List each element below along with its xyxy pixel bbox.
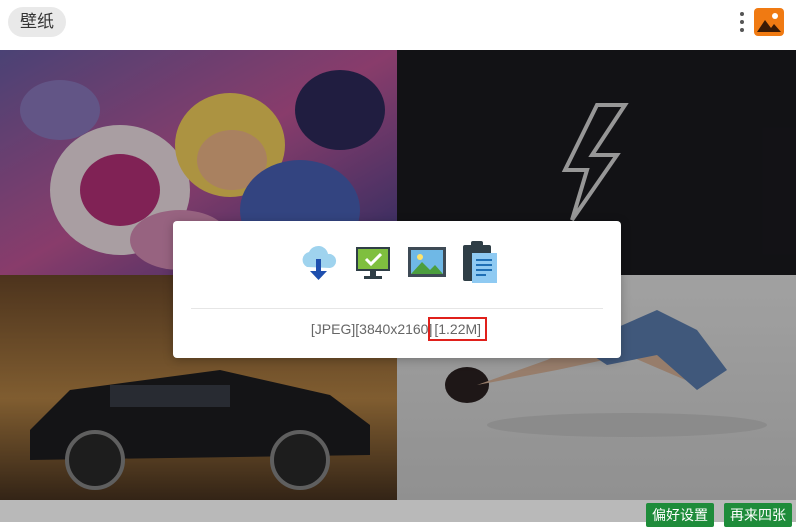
image-filesize: [1.22M]	[428, 317, 488, 341]
refresh-four-button[interactable]: 再来四张	[724, 503, 792, 527]
kebab-menu-icon[interactable]	[736, 10, 748, 36]
top-bar: 壁纸	[0, 0, 796, 50]
image-info-line: [JPEG][3840x2160] [1.22M]	[173, 317, 621, 341]
preferences-button[interactable]: 偏好设置	[646, 503, 714, 527]
dialog-divider	[191, 308, 603, 309]
image-format: [JPEG]	[310, 321, 356, 337]
copy-link-icon[interactable]	[459, 241, 503, 285]
page-title: 壁纸	[8, 7, 66, 37]
preview-image-icon[interactable]	[405, 241, 449, 285]
image-app-icon[interactable]	[754, 8, 784, 36]
image-action-dialog: [JPEG][3840x2160] [1.22M]	[173, 221, 621, 358]
set-desktop-icon[interactable]	[351, 241, 395, 285]
download-icon[interactable]	[297, 241, 341, 285]
image-resolution: [3840x2160]	[355, 321, 433, 337]
